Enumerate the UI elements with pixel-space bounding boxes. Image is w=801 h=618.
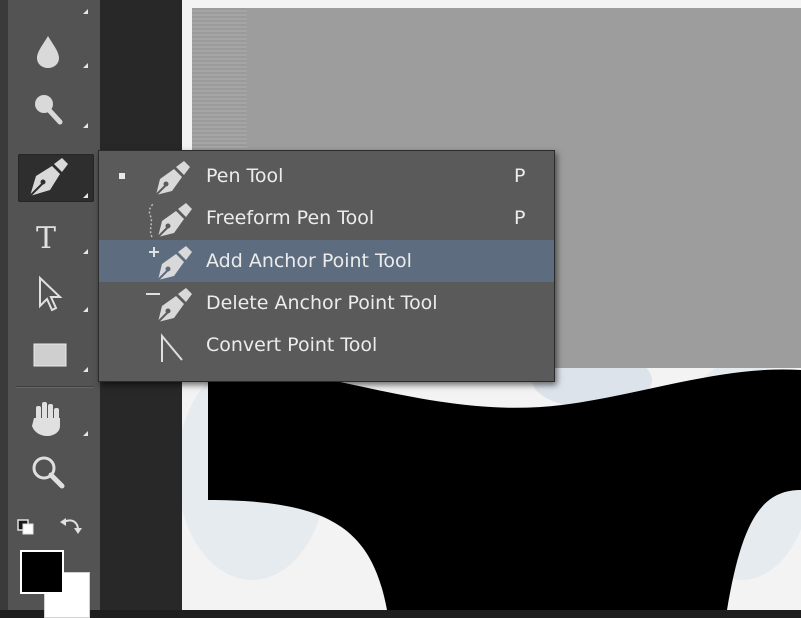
menu-item-freeform-pen-tool[interactable]: Freeform Pen Tool P bbox=[99, 197, 554, 239]
drop-icon bbox=[37, 36, 59, 68]
delete-anchor-icon bbox=[146, 288, 192, 323]
swap-colors-icon[interactable] bbox=[60, 518, 82, 534]
menu-item-label: Pen Tool bbox=[206, 165, 284, 187]
pen-tool[interactable] bbox=[18, 154, 94, 202]
flyout-indicator-icon bbox=[83, 193, 88, 198]
pen-tool-flyout-menu: Pen Tool P Freeform Pen Tool P Add Ancho… bbox=[98, 150, 555, 382]
selected-bullet-icon bbox=[119, 173, 125, 179]
dodge-tool[interactable] bbox=[16, 88, 94, 132]
rectangle-tool[interactable] bbox=[16, 332, 94, 376]
flyout-indicator-icon bbox=[83, 249, 88, 254]
flyout-indicator-icon bbox=[83, 307, 88, 312]
hand-icon bbox=[32, 402, 60, 436]
arrow-icon bbox=[39, 275, 63, 312]
convert-point-icon bbox=[161, 333, 183, 362]
tool-partial-top[interactable] bbox=[16, 0, 94, 18]
color-swap-icons bbox=[17, 518, 82, 535]
flyout-indicator-icon bbox=[83, 9, 88, 14]
blur-tool[interactable] bbox=[16, 28, 94, 72]
type-icon: T bbox=[36, 221, 56, 256]
toolbar-separator bbox=[16, 386, 94, 388]
dodge-icon bbox=[35, 95, 63, 125]
menu-item-label: Convert Point Tool bbox=[206, 334, 378, 356]
freeform-pen-icon bbox=[148, 202, 192, 238]
menu-item-convert-point-tool[interactable]: Convert Point Tool bbox=[99, 324, 554, 366]
zoom-icon bbox=[32, 456, 65, 489]
flyout-indicator-icon bbox=[83, 431, 88, 436]
pen-icon bbox=[29, 158, 68, 197]
flyout-indicator-icon bbox=[83, 63, 88, 68]
hand-tool[interactable] bbox=[16, 396, 94, 440]
menu-item-label: Delete Anchor Point Tool bbox=[206, 292, 438, 314]
black-shape bbox=[208, 360, 801, 610]
zoom-tool[interactable] bbox=[16, 450, 94, 494]
tools-panel-edge bbox=[0, 0, 8, 610]
path-selection-tool[interactable] bbox=[16, 272, 94, 316]
flyout-indicator-icon bbox=[83, 123, 88, 128]
type-tool[interactable]: T bbox=[16, 214, 94, 258]
pen-icon bbox=[155, 161, 190, 196]
tools-panel: T bbox=[0, 0, 100, 618]
menu-item-delete-anchor-point-tool[interactable]: Delete Anchor Point Tool bbox=[99, 282, 554, 324]
menu-item-add-anchor-point-tool[interactable]: Add Anchor Point Tool bbox=[99, 240, 554, 282]
menu-item-label: Freeform Pen Tool bbox=[206, 207, 375, 229]
default-colors-icon[interactable] bbox=[17, 519, 34, 535]
rectangle-icon bbox=[33, 343, 67, 367]
flyout-indicator-icon bbox=[83, 367, 88, 372]
menu-item-shortcut: P bbox=[514, 165, 526, 187]
menu-item-label: Add Anchor Point Tool bbox=[206, 250, 412, 272]
foreground-color-swatch[interactable] bbox=[20, 550, 64, 594]
menu-item-pen-tool[interactable]: Pen Tool P bbox=[99, 155, 554, 197]
add-anchor-icon bbox=[149, 246, 192, 281]
menu-item-shortcut: P bbox=[514, 207, 526, 229]
svg-text:T: T bbox=[36, 221, 56, 256]
